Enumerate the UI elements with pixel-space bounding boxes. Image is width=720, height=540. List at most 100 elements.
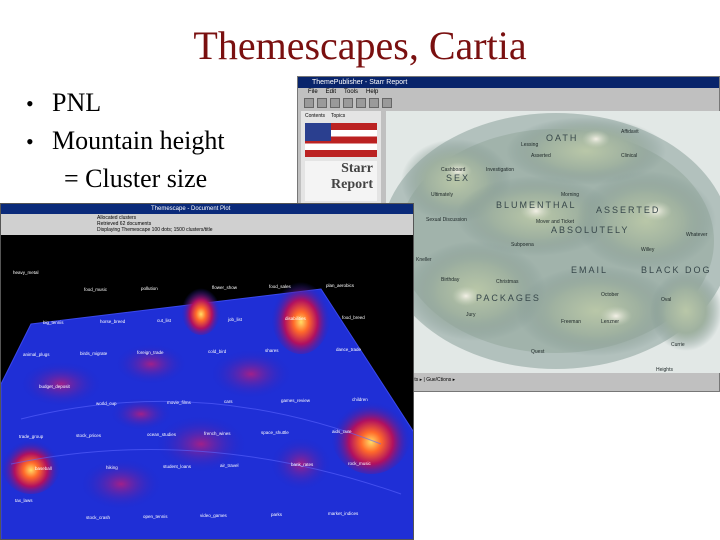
peak-label[interactable]: dance_trade — [336, 347, 362, 352]
map-topic-label[interactable]: October — [601, 292, 619, 298]
peak-label[interactable]: animal_plugs — [23, 352, 50, 357]
map-region-label[interactable]: PACKAGES — [476, 293, 541, 303]
map-region-label[interactable]: EMAIL — [571, 265, 608, 275]
map-topic-label[interactable]: Ultimately — [431, 192, 453, 198]
peak-label[interactable]: student_loans — [163, 464, 192, 469]
map-region-label[interactable]: BLACK DOG — [641, 265, 712, 275]
menu-tools[interactable]: Tools — [344, 88, 358, 97]
peak-label[interactable]: parks — [271, 512, 283, 517]
map-topic-label[interactable]: Willey — [641, 247, 655, 253]
peak-label[interactable]: plan_aerobics — [326, 283, 355, 288]
map-topic-label[interactable]: Kneller — [416, 257, 432, 263]
map-topic-label[interactable]: Heights — [656, 367, 673, 373]
map-topic-label[interactable]: Currie — [671, 342, 685, 348]
tab-contents[interactable]: Contents — [305, 113, 325, 119]
map-topic-label[interactable]: Freeman — [561, 319, 581, 325]
map-topic-label[interactable]: Lenzner — [601, 319, 619, 325]
home-icon[interactable] — [330, 98, 340, 108]
info-bar: Allocated clusters Retrieved 62 document… — [1, 214, 413, 235]
peak-label[interactable]: pollution — [141, 286, 158, 291]
map-region-label[interactable]: SEX — [446, 173, 470, 183]
bullet-icon: • — [26, 91, 34, 116]
peak-label[interactable]: ocean_studies — [147, 432, 177, 437]
peak-label[interactable]: movie_films — [167, 400, 192, 405]
map-topic-label[interactable]: Quest — [531, 349, 545, 355]
peak-label[interactable]: aids_cure — [332, 429, 352, 434]
map-topic-label[interactable]: Oval — [661, 297, 671, 303]
map-topic-label[interactable]: Cashboard — [441, 167, 466, 173]
map-topic-label[interactable]: Mover and Ticket — [536, 219, 575, 225]
peak-label[interactable]: cut_list — [157, 318, 172, 323]
back-icon[interactable] — [304, 98, 314, 108]
peak-label[interactable]: birds_migrate — [80, 351, 108, 356]
report-cover[interactable]: Starr Report — [305, 161, 377, 201]
map-topic-label[interactable]: Clinical — [621, 153, 637, 159]
peak-label[interactable]: hiking — [106, 465, 118, 470]
zoom-icon[interactable] — [369, 98, 379, 108]
map-region-label[interactable]: OATH — [546, 133, 578, 143]
peak-label[interactable]: flower_show — [212, 285, 238, 290]
peak-label[interactable]: cold_bird — [208, 349, 227, 354]
map-topic-label[interactable]: Lessing — [521, 142, 538, 148]
peak-label[interactable]: horse_breed — [100, 319, 126, 324]
map-region-label[interactable]: BLUMENTHAL — [496, 200, 577, 210]
map-topic-label[interactable]: Sexual Discussion — [426, 217, 467, 223]
peak-label[interactable]: space_shuttle — [261, 430, 289, 435]
map-topic-label[interactable]: Asserted — [531, 153, 551, 159]
peak-label[interactable]: market_indices — [328, 511, 359, 516]
map-topic-label[interactable]: Affidavit — [621, 129, 639, 135]
peak-label[interactable]: stock_prices — [76, 433, 102, 438]
peak-label[interactable]: food_sales — [269, 284, 292, 289]
peak-label[interactable]: shares — [265, 348, 279, 353]
peak-label[interactable]: stock_crash — [86, 515, 111, 520]
panel-tabs: Contents Topics — [301, 111, 381, 121]
menu-file[interactable]: File — [308, 88, 318, 97]
peak-label[interactable]: food_music — [84, 287, 108, 292]
map-topic-label[interactable]: Investigation — [486, 167, 514, 173]
peak-label[interactable]: foreign_trade — [137, 350, 164, 355]
print-icon[interactable] — [343, 98, 353, 108]
window-titlebar[interactable]: ThemePublisher - Starr Report — [298, 77, 719, 88]
toolbar — [298, 97, 719, 109]
peak-label[interactable]: rock_music — [348, 461, 372, 466]
peak-label[interactable]: children — [352, 397, 368, 402]
search-icon[interactable] — [356, 98, 366, 108]
tab-topics[interactable]: Topics — [331, 113, 345, 119]
peak-label[interactable]: disabilities — [285, 316, 307, 321]
map-topic-label[interactable]: Jury — [466, 312, 476, 318]
bullet-icon: • — [26, 129, 34, 154]
report-title-line: Starr — [341, 161, 373, 176]
peak-label[interactable]: tax_laws — [15, 498, 33, 503]
peak-label[interactable]: bank_rates — [291, 462, 314, 467]
theme-map[interactable]: OATH SEX BLUMENTHAL ASSERTED ABSOLUTELY EMAIL… — [386, 111, 720, 373]
peak-label[interactable]: food_breed — [342, 315, 365, 320]
forward-icon[interactable] — [317, 98, 327, 108]
peak-label[interactable]: big_tennis — [43, 320, 64, 325]
peak-label[interactable]: french_wines — [204, 431, 231, 436]
menu-help[interactable]: Help — [366, 88, 378, 97]
peak-label[interactable]: world_cup — [96, 401, 117, 406]
peak-label[interactable]: trade_group — [19, 434, 44, 439]
map-region-label[interactable]: ABSOLUTELY — [551, 225, 629, 235]
peak-label[interactable]: heavy_metal — [13, 270, 39, 275]
peak-label[interactable]: baseball — [35, 466, 52, 471]
themescape-scene[interactable]: heavy_metal food_music pollution flower_sho… — [1, 234, 413, 539]
window-titlebar[interactable]: Themescape - Document Plot — [1, 204, 413, 214]
peak-label[interactable]: job_list — [227, 317, 243, 322]
sub-bullet-text: = Cluster size — [64, 164, 208, 193]
map-topic-label[interactable]: Birthday — [441, 277, 460, 283]
map-topic-label[interactable]: Whatever — [686, 232, 708, 238]
bullet-item: • PNL — [26, 84, 225, 122]
map-region-label[interactable]: ASSERTED — [596, 205, 660, 215]
map-topic-label[interactable]: Subpoena — [511, 242, 534, 248]
map-topic-label[interactable]: Christmas — [496, 279, 519, 285]
help-icon[interactable] — [382, 98, 392, 108]
peak-label[interactable]: cars — [224, 399, 233, 404]
map-topic-label[interactable]: Morning — [561, 192, 579, 198]
peak-label[interactable]: air_travel — [220, 463, 239, 468]
peak-label[interactable]: open_tennis — [143, 514, 168, 519]
menu-edit[interactable]: Edit — [326, 88, 336, 97]
peak-label[interactable]: budget_deposit — [39, 384, 71, 389]
peak-label[interactable]: video_games — [200, 513, 228, 518]
peak-label[interactable]: games_review — [281, 398, 311, 403]
